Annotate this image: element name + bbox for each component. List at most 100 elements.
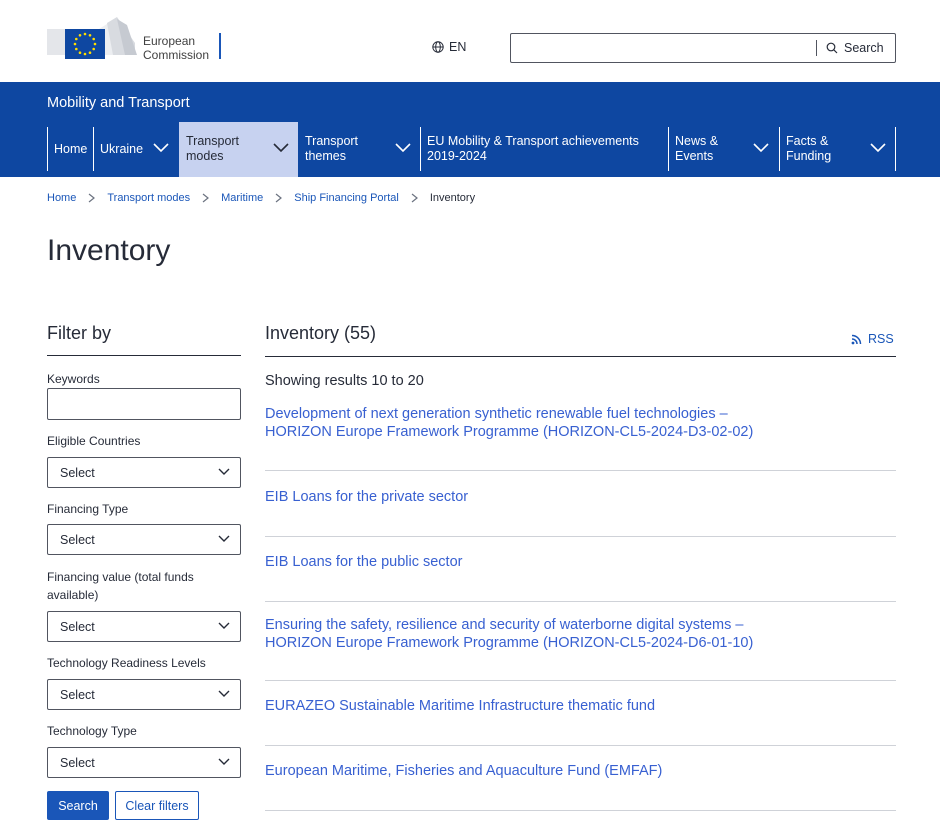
nav-item-label: Ukraine (100, 142, 144, 156)
nav-item-label: Facts & Funding (786, 134, 832, 163)
site-name[interactable]: Mobility and Transport (47, 95, 190, 111)
search-input[interactable] (511, 34, 816, 62)
technology-readiness-label: Technology Readiness Levels (47, 656, 206, 670)
chevron-down-icon (218, 468, 230, 475)
nav-separator (895, 127, 896, 171)
results-count: Showing results 10 to 20 (265, 373, 424, 389)
result-item-link[interactable]: Ensuring the safety, resilience and secu… (265, 617, 825, 652)
clear-filters-button[interactable]: Clear filters (115, 791, 199, 820)
result-item-title-line-1: European Maritime, Fisheries and Aquacul… (265, 763, 663, 779)
result-divider (265, 810, 896, 811)
chevron-right-icon (202, 193, 210, 203)
eligible-countries-select[interactable]: Select (47, 457, 241, 488)
result-item-link[interactable]: EIB Loans for the public sector (265, 554, 825, 572)
language-selector[interactable]: EN (432, 40, 466, 54)
result-item-link[interactable]: EURAZEO Sustainable Maritime Infrastruct… (265, 698, 825, 716)
select-value: Select (60, 466, 95, 480)
financing-type-select[interactable]: Select (47, 524, 241, 555)
chevron-right-icon (275, 193, 283, 203)
result-item-title-line-1: EIB Loans for the public sector (265, 554, 463, 570)
top-bar: European Commission EN Search (0, 0, 940, 82)
nav-item-label: Transport modes (186, 134, 240, 163)
language-code: EN (449, 40, 467, 54)
chevron-down-icon (218, 535, 230, 542)
financing-type-label: Financing Type (47, 502, 129, 516)
search-button[interactable]: Search (826, 34, 884, 62)
ec-logo[interactable]: European Commission (47, 15, 227, 63)
ec-logo-icon (47, 17, 137, 59)
site-search: Search (510, 33, 896, 63)
financing-value-label: Financing value (total funds available) (47, 570, 194, 602)
logo-line-2: Commission (143, 48, 210, 62)
rss-icon (851, 334, 862, 344)
nav-item-ukraine[interactable]: Ukraine (93, 122, 179, 177)
nav-item-facts-funding[interactable]: Facts & Funding (779, 122, 895, 177)
result-divider (265, 745, 896, 746)
chevron-right-icon (411, 193, 418, 203)
breadcrumb-ship-financing-portal[interactable]: Ship Financing Portal (294, 192, 399, 204)
search-button-label: Search (844, 41, 884, 55)
chevron-down-icon (870, 143, 886, 153)
result-item-link[interactable]: EIB Loans for the private sector (265, 489, 825, 507)
filter-divider (47, 355, 241, 356)
breadcrumb-home[interactable]: Home (47, 192, 76, 204)
result-item-link[interactable]: European Maritime, Fisheries and Aquacul… (265, 763, 825, 781)
results-title: Inventory (55) (265, 323, 377, 343)
result-divider (265, 536, 896, 537)
nav-item-label: EU Mobility & Transport achievements 201… (427, 134, 639, 163)
chevron-down-icon (218, 758, 230, 765)
result-item-link[interactable]: Development of next generation synthetic… (265, 406, 825, 441)
chevron-right-icon (88, 193, 96, 203)
breadcrumb: Home Transport modes Maritime Ship Finan… (47, 192, 475, 204)
chevron-down-icon (273, 143, 289, 153)
page-title: Inventory (47, 234, 171, 267)
breadcrumb-maritime[interactable]: Maritime (221, 192, 263, 204)
financing-value-select[interactable]: Select (47, 611, 241, 642)
result-item-title-line-2: HORIZON Europe Framework Programme (HORI… (265, 423, 754, 440)
nav-item-label: Home (54, 142, 88, 156)
eligible-countries-label: Eligible Countries (47, 434, 141, 448)
filter-title: Filter by (47, 323, 112, 343)
result-item-title-line-1: Development of next generation synthetic… (265, 406, 728, 422)
nav-item-transport-modes[interactable]: Transport modes (179, 122, 298, 177)
chevron-down-icon (218, 622, 230, 629)
technology-type-select[interactable]: Select (47, 747, 241, 778)
result-divider (265, 470, 896, 471)
nav-item-label: News & Events (675, 134, 719, 163)
result-divider (265, 601, 896, 602)
globe-icon (432, 41, 444, 53)
search-divider (816, 40, 817, 56)
chevron-down-icon (395, 143, 411, 153)
breadcrumb-current: Inventory (429, 192, 476, 204)
results-divider (265, 356, 896, 357)
site-header-band: Mobility and Transport Home Ukraine Tran… (0, 82, 940, 177)
nav-item-transport-themes[interactable]: Transport themes (298, 122, 420, 177)
keywords-input[interactable] (47, 388, 241, 420)
select-value: Select (60, 620, 95, 634)
nav-item-label: Transport themes (305, 134, 359, 163)
rss-link[interactable]: RSS (851, 332, 894, 346)
nav-item-eu-achievements[interactable]: EU Mobility & Transport achievements 201… (420, 122, 668, 177)
technology-readiness-select[interactable]: Select (47, 679, 241, 710)
keywords-label: Keywords (47, 372, 100, 386)
logo-line-1: European (143, 34, 196, 48)
nav-item-home[interactable]: Home (47, 122, 93, 177)
nav-item-news-events[interactable]: News & Events (668, 122, 779, 177)
result-divider (265, 680, 896, 681)
breadcrumb-transport-modes[interactable]: Transport modes (107, 192, 190, 204)
magnifier-icon (826, 42, 838, 54)
chevron-down-icon (753, 143, 769, 153)
select-value: Select (60, 688, 95, 702)
chevron-down-icon (153, 143, 169, 153)
result-item-title-line-1: EURAZEO Sustainable Maritime Infrastruct… (265, 698, 656, 714)
select-value: Select (60, 756, 95, 770)
result-item-title-line-2: HORIZON Europe Framework Programme (HORI… (265, 634, 754, 651)
technology-type-label: Technology Type (47, 724, 137, 738)
logo-accent-bar (219, 33, 221, 59)
chevron-down-icon (218, 690, 230, 697)
result-item-title-line-1: Ensuring the safety, resilience and secu… (265, 617, 744, 633)
rss-label: RSS (868, 332, 894, 346)
filter-search-button[interactable]: Search (47, 791, 109, 820)
logo-text: European Commission (143, 34, 209, 62)
select-value: Select (60, 533, 95, 547)
